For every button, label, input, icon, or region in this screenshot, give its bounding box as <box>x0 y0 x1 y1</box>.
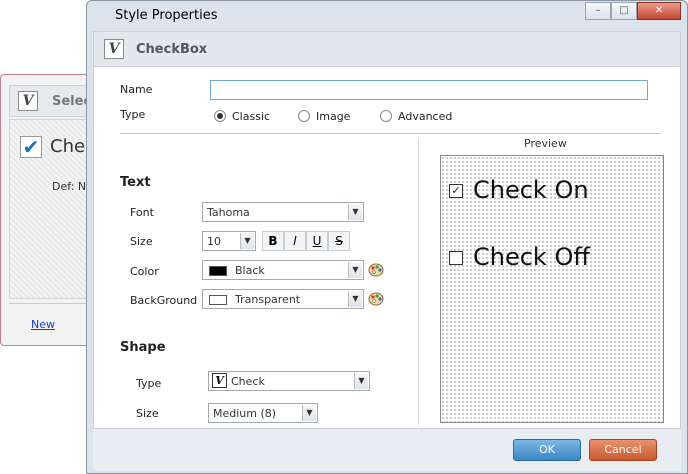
shape-size-select[interactable]: Medium (8) ▼ <box>208 403 318 423</box>
divider <box>418 139 419 425</box>
name-input[interactable] <box>210 80 648 100</box>
type-option-image: Image <box>316 110 351 123</box>
background-swatch <box>209 295 227 305</box>
style-type-title: CheckBox <box>136 42 208 57</box>
type-label: Type <box>120 108 146 121</box>
background-value: Transparent <box>235 293 301 306</box>
ok-button[interactable]: OK <box>513 439 581 461</box>
italic-button[interactable]: I <box>284 231 306 251</box>
background-label: BackGround <box>130 294 198 307</box>
background-def-label: Def: N <box>52 180 87 193</box>
style-header: V CheckBox <box>93 31 681 67</box>
checkbox-style-icon: V <box>212 373 227 388</box>
color-value: Black <box>235 264 265 277</box>
font-select[interactable]: Tahoma ▼ <box>202 202 364 222</box>
font-size-select[interactable]: 10 ▼ <box>202 231 256 251</box>
dialog-footer: OK Cancel <box>93 429 681 471</box>
shape-type-label: Type <box>136 377 162 390</box>
checkbox-style-icon: V <box>104 39 124 59</box>
color-select[interactable]: Black ▼ <box>202 260 364 280</box>
preview-panel: ✓ Check On Check Off <box>440 155 664 423</box>
preview-check-on-label: Check On <box>473 176 589 204</box>
minimize-button[interactable]: – <box>585 2 611 20</box>
chevron-down-icon: ▼ <box>302 405 316 421</box>
dialog-content: Name Type Classic Image Advanced Text Fo… <box>93 67 681 429</box>
close-button[interactable]: ✕ <box>637 2 681 20</box>
background-select[interactable]: Transparent ▼ <box>202 289 364 309</box>
check-off-box <box>449 251 463 265</box>
chevron-down-icon: ▼ <box>240 233 254 249</box>
shape-type-value: Check <box>231 375 265 388</box>
size-label: Size <box>130 235 153 248</box>
window-controls: – □ ✕ <box>585 2 681 20</box>
strikethrough-button[interactable]: S <box>328 231 350 251</box>
check-on-box: ✓ <box>449 184 463 198</box>
type-radio-advanced[interactable] <box>380 110 392 122</box>
preview-check-off-label: Check Off <box>473 243 590 271</box>
chevron-down-icon: ▼ <box>348 204 362 220</box>
style-properties-dialog: Style Properties – □ ✕ V CheckBox Name T… <box>86 0 688 474</box>
title-bar[interactable]: Style Properties – □ ✕ <box>87 1 687 31</box>
color-label: Color <box>130 265 159 278</box>
chevron-down-icon: ▼ <box>354 373 368 389</box>
color-picker-icon[interactable] <box>368 263 384 277</box>
font-value: Tahoma <box>207 206 250 219</box>
type-radio-classic[interactable] <box>214 110 226 122</box>
font-label: Font <box>130 206 154 219</box>
type-radio-image[interactable] <box>298 110 310 122</box>
underline-button[interactable]: U <box>306 231 328 251</box>
checkbox-style-icon: V <box>18 91 38 111</box>
type-option-classic: Classic <box>232 110 271 123</box>
type-option-advanced: Advanced <box>398 110 453 123</box>
divider <box>120 133 660 134</box>
maximize-button[interactable]: □ <box>611 2 637 20</box>
color-swatch <box>209 266 227 276</box>
shape-type-select[interactable]: V Check ▼ <box>208 371 370 391</box>
text-section-title: Text <box>120 175 151 190</box>
shape-size-value: Medium (8) <box>213 407 277 420</box>
color-picker-icon[interactable] <box>368 292 384 306</box>
shape-size-label: Size <box>136 407 159 420</box>
new-link[interactable]: New <box>31 318 55 331</box>
preview-title: Preview <box>524 137 567 150</box>
font-size-value: 10 <box>207 235 221 248</box>
name-label: Name <box>120 83 153 96</box>
chevron-down-icon: ▼ <box>348 262 362 278</box>
cancel-button[interactable]: Cancel <box>589 439 657 461</box>
chevron-down-icon: ▼ <box>348 291 362 307</box>
bold-button[interactable]: B <box>262 231 284 251</box>
dialog-title: Style Properties <box>115 8 218 23</box>
checkmark-icon: ✔ <box>20 136 42 158</box>
shape-section-title: Shape <box>120 340 166 355</box>
